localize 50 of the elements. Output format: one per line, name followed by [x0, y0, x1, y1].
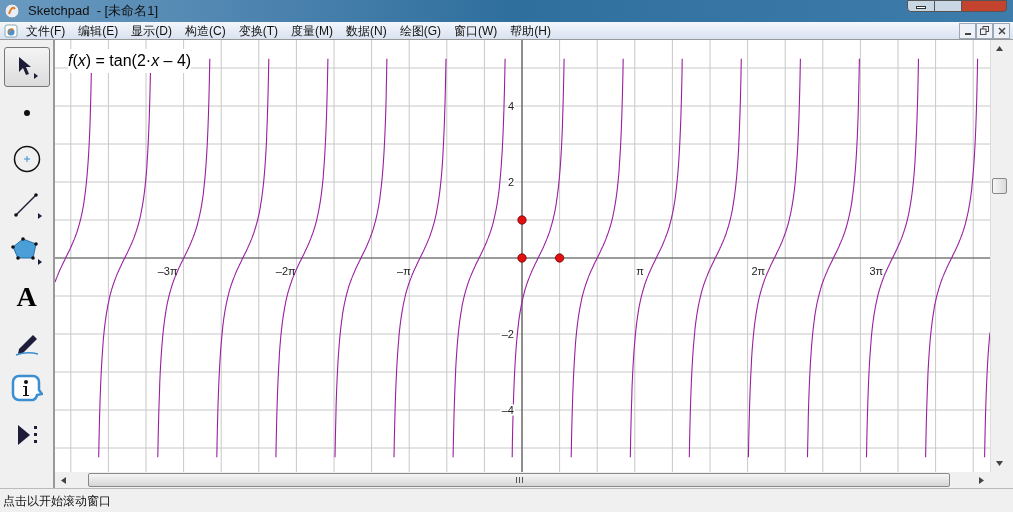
menu-item[interactable]: 文件(F) [26, 24, 66, 37]
menu-item[interactable]: 显示(D) [131, 24, 172, 37]
circle-icon [12, 145, 41, 173]
menu-item[interactable]: 数据(N) [346, 24, 387, 37]
close-button[interactable] [993, 22, 1010, 39]
minimize-button[interactable] [959, 22, 976, 39]
point-icon [22, 109, 31, 117]
tool-button[interactable]: A [3, 277, 50, 317]
point [555, 253, 565, 263]
line-segment-icon [11, 190, 42, 220]
y-tick-label: 4 [507, 100, 514, 112]
x-tick-label: –3π [157, 265, 178, 277]
x-tick-label: 3π [869, 265, 884, 277]
x-tick-label: 2π [751, 265, 766, 277]
tool-button[interactable] [3, 47, 50, 87]
x-tick-label: π [636, 265, 644, 277]
menu-item[interactable]: 度量(M) [291, 24, 333, 37]
scroll-up-icon [996, 46, 1003, 51]
scrollbar-thumb[interactable] [992, 178, 1007, 194]
restore-button[interactable] [976, 22, 993, 39]
text-tool-glyph: A [16, 283, 37, 311]
menu-item[interactable]: 绘图(G) [399, 24, 441, 37]
menu-item[interactable]: 帮助(H) [510, 24, 551, 37]
app-logo-icon [4, 3, 20, 19]
menu-item[interactable]: 构造(C) [185, 24, 226, 37]
maximize-button[interactable] [935, 0, 961, 12]
scroll-down-icon [996, 461, 1003, 466]
minimize-icon [964, 32, 971, 35]
menu-item[interactable]: 编辑(E) [78, 24, 119, 37]
point [517, 215, 527, 225]
minimize-button[interactable] [907, 0, 935, 12]
restore-icon [980, 26, 989, 35]
point [517, 253, 527, 263]
status-text: 点击以开始滚动窗口 [3, 492, 111, 510]
scroll-right-icon [979, 476, 984, 484]
scrollbar-thumb[interactable] [88, 473, 950, 487]
function-label: f(x) = tan(2·x – 4) [68, 49, 192, 73]
menu-item[interactable]: 窗口(W) [454, 24, 498, 37]
window-title: Sketchpad - [未命名1] [28, 2, 159, 21]
close-icon [997, 26, 1006, 35]
menu-item[interactable]: 变换(T) [238, 24, 278, 37]
y-tick-label: –2 [501, 328, 514, 340]
document-icon [4, 23, 18, 38]
y-tick-label: 2 [507, 176, 514, 188]
scroll-left-icon [61, 476, 66, 484]
grip-icon [515, 477, 523, 483]
polygon-icon [10, 236, 43, 266]
x-tick-label: –π [397, 265, 411, 277]
x-tick-label: –2π [275, 265, 296, 277]
info-bubble-icon [10, 374, 43, 404]
